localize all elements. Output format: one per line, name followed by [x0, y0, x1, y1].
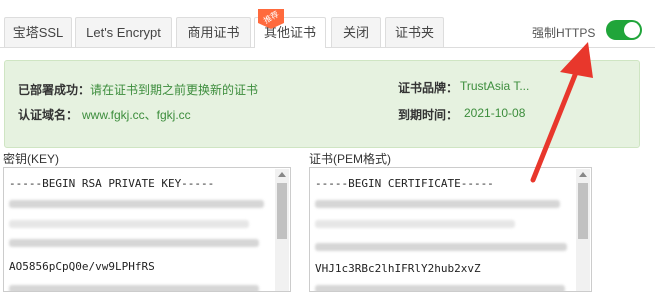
redacted-line	[315, 285, 565, 291]
force-https-toggle[interactable]	[606, 20, 642, 40]
scroll-up-icon[interactable]	[278, 172, 286, 177]
domain-label: 认证域名：	[18, 108, 79, 122]
cert-line: VHJ1c3RBc2lhIFRlY2hub2xvZ	[315, 262, 481, 275]
scroll-thumb[interactable]	[578, 183, 588, 239]
cert-pane-label: 证书(PEM格式)	[309, 152, 391, 166]
redacted-line	[315, 243, 567, 251]
redacted-line	[9, 239, 259, 247]
tab-lets-encrypt[interactable]: Let's Encrypt	[75, 17, 172, 47]
private-key-textarea[interactable]: -----BEGIN RSA PRIVATE KEY----- AO5856pC…	[3, 167, 291, 292]
scroll-thumb[interactable]	[277, 183, 287, 239]
redacted-line	[9, 285, 259, 291]
cert-begin-line: -----BEGIN CERTIFICATE-----	[315, 177, 494, 190]
cert-brand-value: TrustAsia T...	[460, 79, 530, 93]
redacted-line	[9, 200, 264, 208]
key-scrollbar[interactable]	[275, 169, 289, 291]
redacted-line	[315, 200, 560, 208]
scroll-up-icon[interactable]	[579, 172, 587, 177]
key-line: AO5856pCpQ0e/vw9LPHfRS	[9, 260, 155, 273]
tab-baota-ssl[interactable]: 宝塔SSL	[4, 17, 72, 47]
domain-value: www.fgkj.cc、fgkj.cc	[82, 108, 191, 122]
tab-bar: 宝塔SSL Let's Encrypt 商用证书 其他证书 关闭 证书夹 推荐 …	[0, 0, 655, 48]
recommend-badge: 推荐	[258, 9, 284, 29]
tab-cert-folder[interactable]: 证书夹	[385, 17, 444, 47]
deploy-status-label: 已部署成功：	[18, 83, 91, 97]
force-https-label: 强制HTTPS	[532, 26, 596, 40]
cert-info-panel: 已部署成功： 请在证书到期之前更换新的证书 证书品牌： TrustAsia T.…	[4, 60, 640, 148]
redacted-line	[9, 220, 249, 228]
redacted-line	[315, 220, 515, 228]
toggle-knob	[624, 22, 640, 38]
expiry-label: 到期时间：	[398, 108, 459, 122]
key-pane-label: 密钥(KEY)	[3, 152, 60, 166]
cert-brand-label: 证书品牌：	[398, 81, 459, 95]
key-begin-line: -----BEGIN RSA PRIVATE KEY-----	[9, 177, 215, 190]
certificate-textarea[interactable]: -----BEGIN CERTIFICATE----- VHJ1c3RBc2lh…	[309, 167, 592, 292]
tab-commercial-cert[interactable]: 商用证书	[176, 17, 251, 47]
cert-scrollbar[interactable]	[576, 169, 590, 291]
expiry-value: 2021-10-08	[464, 106, 526, 120]
deploy-status-value: 请在证书到期之前更换新的证书	[90, 83, 259, 97]
tab-close[interactable]: 关闭	[331, 17, 381, 47]
